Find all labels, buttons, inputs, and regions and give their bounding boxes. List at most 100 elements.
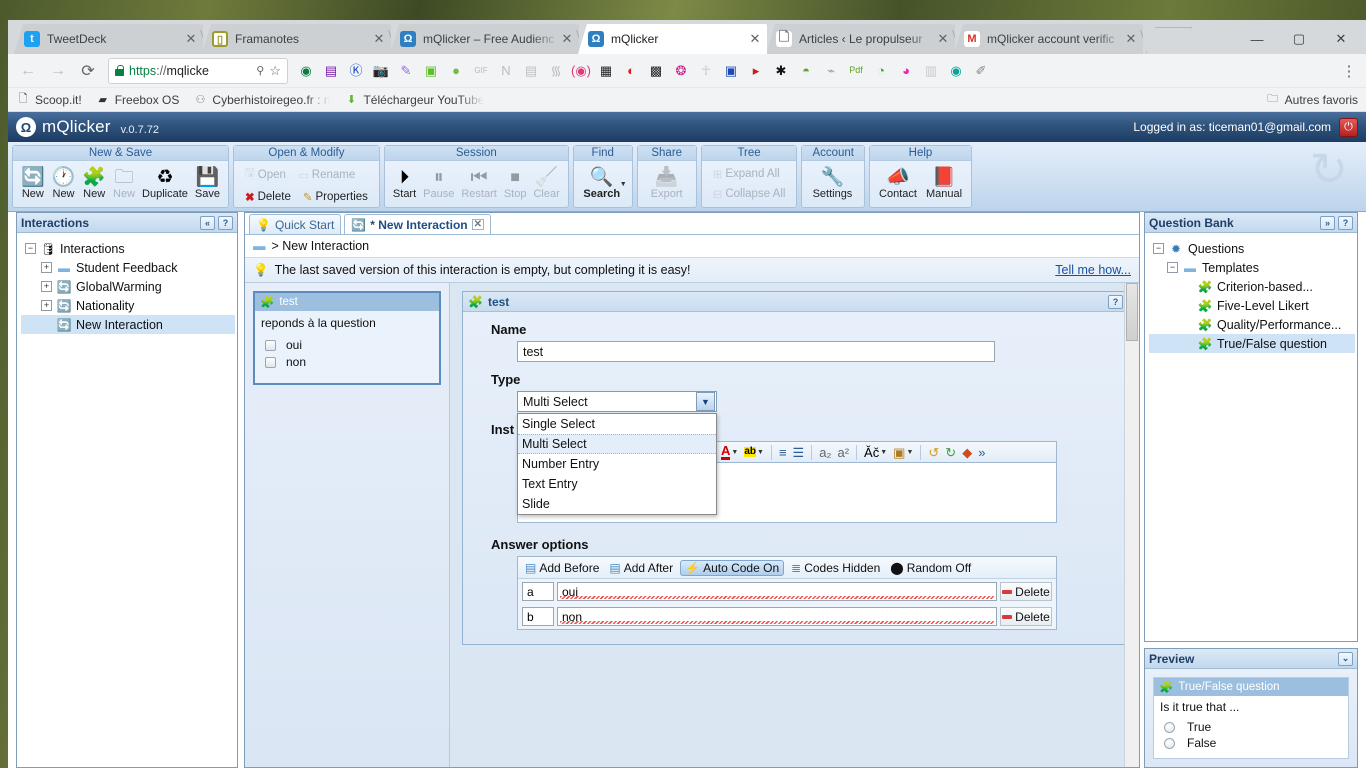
- properties-button[interactable]: ✎ Properties: [300, 188, 371, 206]
- browser-tab-2[interactable]: Ω mQlicker – Free Audienc ✕: [390, 24, 579, 54]
- settings-button[interactable]: 🔧 Settings: [807, 167, 857, 201]
- bookmark-item[interactable]: 🗋 Scoop.it!: [16, 93, 82, 107]
- slide-card[interactable]: 🧩 test reponds à la question oui non: [253, 291, 441, 385]
- subscript-icon[interactable]: a₂: [817, 446, 833, 459]
- image-icon[interactable]: ▣ ▼: [891, 446, 915, 459]
- power-icon[interactable]: ⏻: [1339, 117, 1358, 137]
- highlight-icon[interactable]: ab ▼: [742, 447, 766, 457]
- pen-icon[interactable]: ✐: [969, 59, 993, 83]
- new-session-button[interactable]: 🕐 New: [49, 167, 79, 201]
- turtle-icon[interactable]: ◓: [794, 59, 818, 83]
- tree-item-interactions[interactable]: − 🛢 Interactions: [21, 239, 235, 258]
- feather-icon[interactable]: ✎: [394, 59, 418, 83]
- editor-vertical-scrollbar[interactable]: [1124, 283, 1139, 767]
- tab-close-button[interactable]: ✕: [183, 31, 199, 47]
- dropdown-option-multi-select[interactable]: Multi Select: [518, 434, 716, 454]
- tree-item-student-feedback[interactable]: + ▬ Student Feedback: [21, 258, 235, 277]
- dropdown-option-text-entry[interactable]: Text Entry: [518, 474, 716, 494]
- type-select[interactable]: Multi Select ▼: [517, 391, 717, 412]
- frog-icon[interactable]: ◔: [869, 59, 893, 83]
- collapse-panel-button[interactable]: «: [200, 215, 215, 230]
- tree-item-true-false-question[interactable]: 🧩 True/False question: [1149, 334, 1355, 353]
- tab-close-button[interactable]: ✕: [1123, 31, 1139, 47]
- font-color-icon[interactable]: A ▼: [719, 444, 740, 460]
- close-window-button[interactable]: ✕: [1320, 26, 1362, 52]
- duplicate-button[interactable]: ♻ Duplicate: [139, 167, 191, 201]
- pdf-icon[interactable]: Pdf: [844, 59, 868, 83]
- back-button[interactable]: ←: [14, 57, 42, 85]
- tab-quick-start[interactable]: 💡 Quick Start: [249, 214, 342, 234]
- tab-close-button[interactable]: ✕: [935, 31, 951, 47]
- browser-tab-1[interactable]: ▯ Framanotes ✕: [202, 24, 391, 54]
- expander-icon[interactable]: +: [41, 300, 52, 311]
- browser-tab-5[interactable]: M mQlicker account verific ✕: [954, 24, 1143, 54]
- add-before-button[interactable]: ▤ Add Before: [522, 560, 602, 576]
- expander-icon[interactable]: −: [1167, 262, 1178, 273]
- dropdown-option-number-entry[interactable]: Number Entry: [518, 454, 716, 474]
- codes-hidden-toggle[interactable]: ≣ Codes Hidden: [788, 560, 883, 576]
- opera-icon[interactable]: ◐: [619, 59, 643, 83]
- grid-icon[interactable]: ▥: [919, 59, 943, 83]
- help-button[interactable]: ?: [218, 215, 233, 230]
- undo-icon[interactable]: ↺: [926, 446, 941, 459]
- forward-button[interactable]: →: [44, 57, 72, 85]
- manual-button[interactable]: 📕 Manual: [922, 167, 966, 201]
- tab-close-button[interactable]: ✕: [371, 31, 387, 47]
- expander-icon[interactable]: +: [41, 281, 52, 292]
- reload-button[interactable]: ⟳: [74, 57, 102, 85]
- onenote-icon[interactable]: ▤: [319, 59, 343, 83]
- eraser-icon[interactable]: ◆: [960, 446, 974, 459]
- tree-item-new-interaction[interactable]: 🔄 New Interaction: [21, 315, 235, 334]
- collapse-preview-button[interactable]: ⌄: [1338, 651, 1353, 666]
- expander-icon[interactable]: −: [25, 243, 36, 254]
- browser-tab-0[interactable]: t TweetDeck ✕: [14, 24, 203, 54]
- answer-code-input[interactable]: a: [522, 582, 554, 601]
- maximize-button[interactable]: ▢: [1278, 26, 1320, 52]
- tab-new-interaction[interactable]: 🔄 * New Interaction ✕: [344, 214, 492, 234]
- dropdown-option-single-select[interactable]: Single Select: [518, 414, 716, 434]
- other-bookmarks-button[interactable]: 🗀 Autres favoris: [1266, 93, 1358, 107]
- rss-icon[interactable]: ᯾: [544, 59, 568, 83]
- search-button[interactable]: 🔍 Search: [579, 167, 625, 201]
- printfriendly-icon[interactable]: ▤: [519, 59, 543, 83]
- qr2-icon[interactable]: ▩: [644, 59, 668, 83]
- answer-text-input[interactable]: non: [557, 607, 997, 626]
- special-char-icon[interactable]: Ǎč ▼: [862, 446, 889, 459]
- browser-menu-button[interactable]: ⋮: [1338, 62, 1360, 80]
- more-icon[interactable]: »: [976, 446, 987, 459]
- answer-code-input[interactable]: b: [522, 607, 554, 626]
- qr-icon[interactable]: ▦: [594, 59, 618, 83]
- bookmark-item[interactable]: ⬇ Téléchargeur YouTube: [344, 93, 485, 107]
- expand-panel-button[interactable]: »: [1320, 215, 1335, 230]
- superscript-icon[interactable]: a²: [835, 446, 851, 459]
- ankh-icon[interactable]: ☥: [694, 59, 718, 83]
- tree-item-questions[interactable]: − ✹ Questions: [1149, 239, 1355, 258]
- green-dot-icon[interactable]: ●: [444, 59, 468, 83]
- numbered-list-icon[interactable]: ≡: [777, 446, 789, 459]
- gif-icon[interactable]: GIF: [469, 59, 493, 83]
- scrollbar-thumb[interactable]: [1126, 283, 1138, 341]
- bookmark-item[interactable]: ⚇ Cyberhistoiregeo.fr : n: [193, 93, 330, 107]
- random-toggle[interactable]: ⬤ Random Off: [887, 560, 974, 576]
- expander-icon[interactable]: −: [1153, 243, 1164, 254]
- bookmark-item[interactable]: ▰ Freebox OS: [96, 93, 179, 107]
- delete-answer-button[interactable]: Delete: [1000, 607, 1052, 626]
- pin-icon[interactable]: ⚲: [256, 64, 264, 77]
- minimize-button[interactable]: —: [1236, 26, 1278, 52]
- tab-close-button[interactable]: ✕: [559, 31, 575, 47]
- new-interaction-button[interactable]: 🔄 New: [18, 167, 48, 201]
- notes-icon[interactable]: N: [494, 59, 518, 83]
- auto-code-toggle[interactable]: ⚡ Auto Code On: [680, 559, 785, 576]
- kaspersky-icon[interactable]: Ⓚ: [344, 59, 368, 83]
- tree-item-nationality[interactable]: + 🔄 Nationality: [21, 296, 235, 315]
- ghostery-icon[interactable]: ◉: [294, 59, 318, 83]
- help-button[interactable]: ?: [1108, 294, 1123, 309]
- start-button[interactable]: ⏵ Start: [390, 167, 419, 201]
- dropdown-option-slide[interactable]: Slide: [518, 494, 716, 514]
- contact-button[interactable]: 📣 Contact: [875, 167, 921, 201]
- camera-icon[interactable]: 📷: [369, 59, 393, 83]
- tab-close-button[interactable]: ✕: [747, 31, 763, 47]
- redo-icon[interactable]: ↻: [943, 446, 958, 459]
- cast-icon[interactable]: ⌁: [819, 59, 843, 83]
- pig-icon[interactable]: ◕: [894, 59, 918, 83]
